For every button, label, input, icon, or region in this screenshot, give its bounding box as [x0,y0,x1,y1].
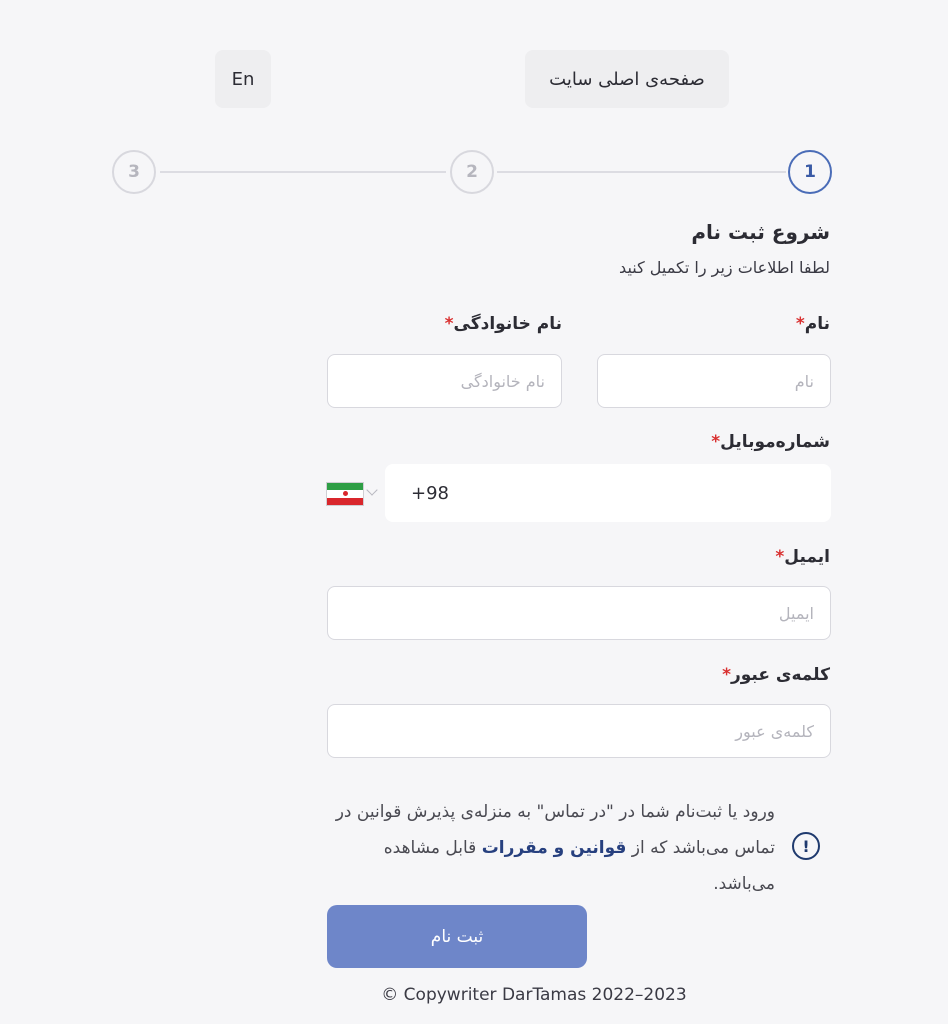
required-mark: * [722,665,731,685]
info-circle-icon: ! [792,832,820,860]
email-input[interactable] [328,587,830,639]
submit-button[interactable]: ثبت نام [327,905,587,968]
iran-flag-icon[interactable] [326,482,364,506]
terms-notice: ورود یا ثبت‌نام شما در "در تماس" به منزل… [335,802,775,894]
terms-link[interactable]: قوانین و مقررات [482,838,627,858]
language-toggle-button[interactable]: En [215,50,271,108]
last-name-input[interactable] [328,355,561,407]
step-3-indicator: 3 [112,150,156,194]
home-page-button[interactable]: صفحه‌ی اصلی سایت [525,50,729,108]
home-label: صفحه‌ی اصلی سایت [549,68,705,90]
password-label: کلمه‌ی عبور* [722,665,830,685]
chevron-down-icon[interactable] [366,484,378,496]
password-input[interactable] [328,705,830,757]
email-field [327,586,831,640]
required-mark: * [711,432,721,452]
language-label: En [231,68,255,90]
step-1-indicator: 1 [788,150,832,194]
step-2-indicator: 2 [450,150,494,194]
first-name-label: نام* [795,314,830,334]
required-mark: * [795,314,805,334]
country-code: +98 [411,482,449,504]
last-name-label: نام خانوادگی* [444,314,562,334]
required-mark: * [444,314,454,334]
step-connector [160,171,446,173]
required-mark: * [775,547,785,567]
first-name-input[interactable] [598,355,830,407]
submit-label: ثبت نام [430,926,484,947]
form-title: شروع ثبت نام [691,220,830,244]
first-name-field [597,354,831,408]
email-label: ایمیل* [775,547,830,567]
mobile-input[interactable]: +98 [385,464,831,522]
mobile-label: شماره‌موبایل* [711,432,830,452]
last-name-field [327,354,562,408]
step-connector [497,171,786,173]
password-field [327,704,831,758]
form-subtitle: لطفا اطلاعات زیر را تکمیل کنید [619,258,830,277]
copyright-footer: © Copywriter DarTamas 2022–2023 [381,985,687,1005]
